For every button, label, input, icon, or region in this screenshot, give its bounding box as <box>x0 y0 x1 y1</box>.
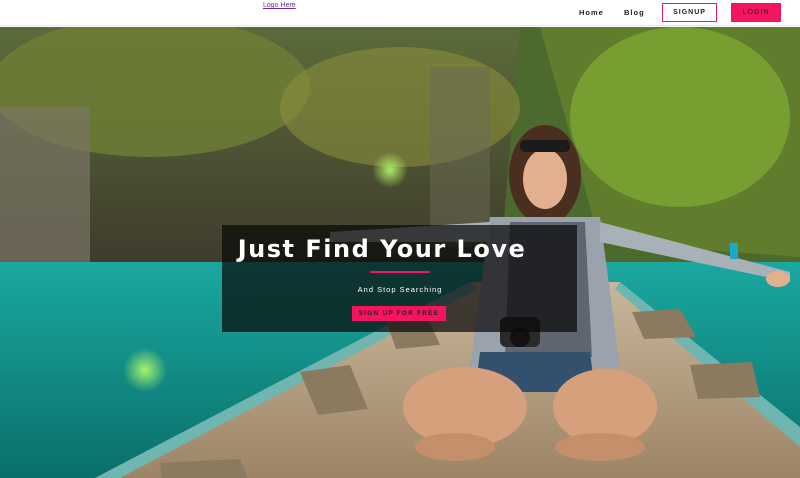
logo-link[interactable]: Logo Here <box>263 2 296 9</box>
hero-subtitle: And Stop Searching <box>357 285 443 294</box>
signup-free-button[interactable]: SIGN UP FOR FREE <box>352 306 446 321</box>
hero-section: Just Find Your Love And Stop Searching S… <box>0 27 800 478</box>
nav-link-home[interactable]: Home <box>579 8 604 17</box>
hero-title: Just Find Your Love <box>237 235 527 263</box>
hero-text-overlay: Just Find Your Love And Stop Searching S… <box>222 225 577 332</box>
nav-link-blog[interactable]: Blog <box>624 8 645 17</box>
top-navbar: Logo Here Home Blog SIGNUP LOGIN <box>0 0 800 26</box>
signup-button[interactable]: SIGNUP <box>662 3 717 22</box>
title-underline-divider <box>370 271 430 273</box>
login-button[interactable]: LOGIN <box>731 3 781 22</box>
